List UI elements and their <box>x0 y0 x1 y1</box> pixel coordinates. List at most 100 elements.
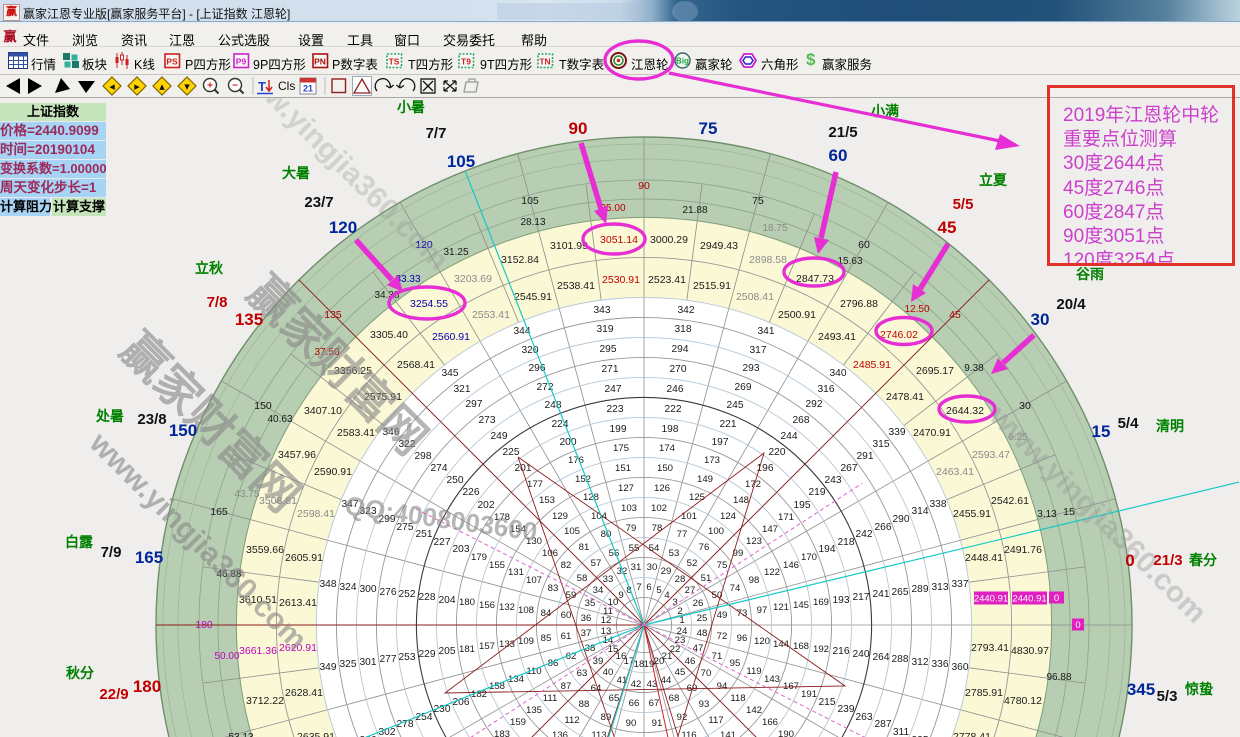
svg-text:9: 9 <box>618 590 623 601</box>
svg-text:117: 117 <box>708 715 723 726</box>
svg-text:157: 157 <box>479 641 495 652</box>
svg-text:100: 100 <box>708 526 724 537</box>
svg-text:97: 97 <box>757 605 768 616</box>
svg-text:5/3: 5/3 <box>1157 688 1178 705</box>
svg-text:349: 349 <box>320 662 337 673</box>
svg-text:222: 222 <box>665 404 682 415</box>
svg-text:220: 220 <box>769 447 786 458</box>
svg-text:129: 129 <box>552 511 568 522</box>
svg-text:2590.91: 2590.91 <box>314 466 352 478</box>
svg-text:277: 277 <box>380 654 397 665</box>
svg-text:111: 111 <box>543 693 558 704</box>
svg-text:105: 105 <box>564 526 580 537</box>
svg-text:2508.41: 2508.41 <box>736 291 774 303</box>
svg-text:165: 165 <box>135 548 163 567</box>
svg-text:28.13: 28.13 <box>520 217 545 228</box>
svg-text:317: 317 <box>750 345 767 356</box>
svg-text:246: 246 <box>667 384 684 395</box>
svg-text:135: 135 <box>526 705 542 716</box>
svg-text:313: 313 <box>932 582 949 593</box>
svg-text:173: 173 <box>704 455 720 466</box>
svg-text:96: 96 <box>737 633 748 644</box>
svg-text:243: 243 <box>825 475 842 486</box>
svg-text:263: 263 <box>856 712 873 723</box>
svg-text:321: 321 <box>454 384 471 395</box>
svg-text:2785.91: 2785.91 <box>965 687 1003 699</box>
svg-text:292: 292 <box>806 399 823 410</box>
svg-text:159: 159 <box>510 717 526 728</box>
svg-text:小满: 小满 <box>871 103 899 119</box>
svg-text:4780.12: 4780.12 <box>1004 695 1042 707</box>
svg-text:立秋: 立秋 <box>195 260 224 276</box>
svg-text:228: 228 <box>419 592 436 603</box>
svg-text:325: 325 <box>340 659 357 670</box>
svg-text:2530.91: 2530.91 <box>602 274 640 286</box>
svg-text:53.13: 53.13 <box>228 732 253 737</box>
svg-text:190: 190 <box>778 729 794 737</box>
svg-text:266: 266 <box>875 522 892 533</box>
svg-text:65: 65 <box>609 693 620 704</box>
svg-text:5/4: 5/4 <box>1118 415 1140 432</box>
svg-text:72: 72 <box>717 631 728 642</box>
svg-text:31: 31 <box>631 562 642 573</box>
svg-text:124: 124 <box>720 511 737 522</box>
svg-text:27: 27 <box>685 585 696 596</box>
svg-text:225: 225 <box>503 447 520 458</box>
svg-text:345: 345 <box>442 368 459 379</box>
svg-text:150: 150 <box>169 421 197 440</box>
svg-text:2523.41: 2523.41 <box>648 274 686 286</box>
svg-text:0: 0 <box>1075 620 1080 631</box>
svg-text:秋分: 秋分 <box>66 665 94 681</box>
svg-text:▴: ▴ <box>159 81 165 93</box>
svg-text:340: 340 <box>830 368 847 379</box>
svg-text:26: 26 <box>693 598 704 609</box>
svg-text:处暑: 处暑 <box>95 408 124 424</box>
svg-text:290: 290 <box>893 514 910 525</box>
svg-text:120: 120 <box>329 218 357 237</box>
svg-text:197: 197 <box>712 437 729 448</box>
svg-text:301: 301 <box>360 657 377 668</box>
svg-text:345: 345 <box>1127 680 1155 699</box>
svg-text:153: 153 <box>539 495 555 506</box>
svg-text:107: 107 <box>526 575 542 586</box>
svg-text:249: 249 <box>491 431 508 442</box>
svg-text:83: 83 <box>548 583 559 594</box>
svg-text:300: 300 <box>360 584 377 595</box>
svg-text:40: 40 <box>603 667 614 678</box>
svg-text:218: 218 <box>838 537 855 548</box>
svg-text:121: 121 <box>773 602 789 613</box>
svg-text:0: 0 <box>1054 593 1059 604</box>
svg-text:立夏: 立夏 <box>979 172 1008 188</box>
svg-text:276: 276 <box>380 587 397 598</box>
svg-text:336: 336 <box>932 659 949 670</box>
svg-text:68: 68 <box>669 693 680 704</box>
svg-text:74: 74 <box>730 583 741 594</box>
svg-text:21: 21 <box>303 84 313 94</box>
svg-text:269: 269 <box>735 382 752 393</box>
svg-text:58: 58 <box>577 573 588 584</box>
svg-text:30: 30 <box>1019 400 1031 412</box>
svg-text:清明: 清明 <box>1156 418 1184 434</box>
svg-text:2440.91: 2440.91 <box>974 594 1008 605</box>
svg-text:318: 318 <box>675 324 692 335</box>
svg-text:128: 128 <box>583 492 599 503</box>
svg-text:21/5: 21/5 <box>828 124 857 141</box>
svg-text:61: 61 <box>561 631 572 642</box>
svg-text:46: 46 <box>685 656 696 667</box>
svg-text:198: 198 <box>662 424 679 435</box>
svg-text:5: 5 <box>656 585 661 596</box>
svg-text:265: 265 <box>892 587 909 598</box>
svg-text:小暑: 小暑 <box>397 99 425 115</box>
svg-text:342: 342 <box>678 305 695 316</box>
svg-text:3661.36: 3661.36 <box>239 645 277 657</box>
svg-text:47: 47 <box>693 643 704 654</box>
svg-text:52: 52 <box>687 558 698 569</box>
svg-text:141: 141 <box>720 730 736 737</box>
svg-text:101: 101 <box>681 511 697 522</box>
svg-text:92: 92 <box>677 712 688 723</box>
svg-text:77: 77 <box>677 529 688 540</box>
svg-text:168: 168 <box>793 641 809 652</box>
svg-text:2644.32: 2644.32 <box>946 405 984 417</box>
svg-text:312: 312 <box>912 657 929 668</box>
svg-text:239: 239 <box>838 704 855 715</box>
